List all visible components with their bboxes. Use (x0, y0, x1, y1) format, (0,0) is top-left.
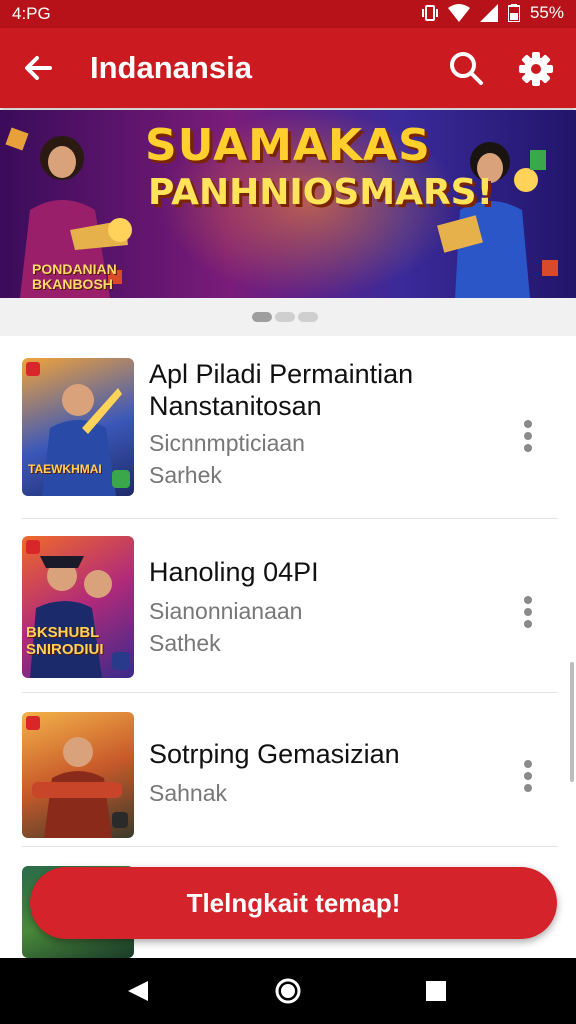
wifi-icon (447, 4, 470, 22)
list-divider (22, 518, 558, 519)
system-nav-bar (0, 958, 576, 1024)
status-icons: 55% (421, 3, 564, 23)
carousel-indicators (0, 298, 576, 336)
list-item[interactable]: BKSHUBL SNIRODIUI Hanoling 04PI Sianonni… (0, 520, 576, 692)
thumb-art (26, 716, 128, 838)
banner-headline-1: SUAMAKAS (145, 120, 431, 171)
list-divider (22, 692, 558, 693)
banner-subtitle: PONDANIAN BKANBOSH (32, 262, 117, 292)
back-arrow-icon[interactable] (20, 50, 56, 86)
app-title: Hanoling 04PI (149, 557, 319, 587)
thumb-label: TAEWKHMAI (28, 462, 102, 476)
battery-percent: 55% (529, 3, 564, 22)
carousel-dot[interactable] (298, 312, 318, 322)
carousel-dot[interactable] (275, 312, 295, 322)
thumb-label: BKSHUBL SNIRODIUI (26, 624, 104, 658)
banner-subtitle-line-2: BKANBOSH (32, 276, 113, 292)
scrollbar[interactable] (570, 662, 574, 782)
nav-recents-icon[interactable] (425, 980, 447, 1002)
app-meta: Sarhek (149, 462, 222, 488)
app-subtitle: Sianonnianaan (149, 598, 303, 624)
list-item[interactable]: TAEWKHMAI Apl Piladi Permaintian Nanstan… (0, 336, 576, 516)
app-thumbnail[interactable] (22, 712, 134, 838)
nav-back-icon[interactable] (126, 979, 150, 1003)
app-subtitle: Sicnnmpticiaan (149, 430, 305, 456)
list-divider (22, 846, 558, 847)
battery-icon (507, 4, 520, 22)
vibrate-icon (421, 5, 438, 21)
gear-icon[interactable] (517, 50, 555, 88)
app-title: Sotrping Gemasizian (149, 739, 400, 769)
carousel-dot-active[interactable] (252, 312, 272, 322)
search-icon[interactable] (448, 50, 484, 86)
page-title: Indanansia (90, 50, 252, 85)
app-bar: Indanansia (0, 28, 576, 108)
primary-action-button[interactable]: Tlelngkait temap! (30, 867, 557, 939)
overflow-menu-icon[interactable] (520, 420, 536, 456)
status-time: 4:PG (12, 4, 51, 23)
nav-home-icon[interactable] (274, 977, 302, 1005)
app-meta: Sahnak (149, 780, 228, 806)
promo-banner[interactable]: SUAMAKAS PANHNIOSMARS! PONDANIAN BKANBOS… (0, 110, 576, 298)
overflow-menu-icon[interactable] (520, 596, 536, 632)
app-thumbnail[interactable]: BKSHUBL SNIRODIUI (22, 536, 134, 678)
overflow-menu-icon[interactable] (520, 760, 536, 796)
app-thumbnail[interactable]: TAEWKHMAI (22, 358, 134, 496)
status-bar: 4:PG 55% (0, 0, 576, 28)
app-meta: Sathek (149, 630, 221, 656)
banner-headline-2: PANHNIOSMARS! (148, 172, 494, 213)
app-title: Apl Piladi Permaintian Nanstanitosan (149, 359, 414, 421)
list-item[interactable]: Sotrping Gemasizian Sahnak (0, 694, 576, 846)
banner-subtitle-line-1: PONDANIAN (32, 261, 117, 277)
signal-icon (479, 4, 498, 22)
